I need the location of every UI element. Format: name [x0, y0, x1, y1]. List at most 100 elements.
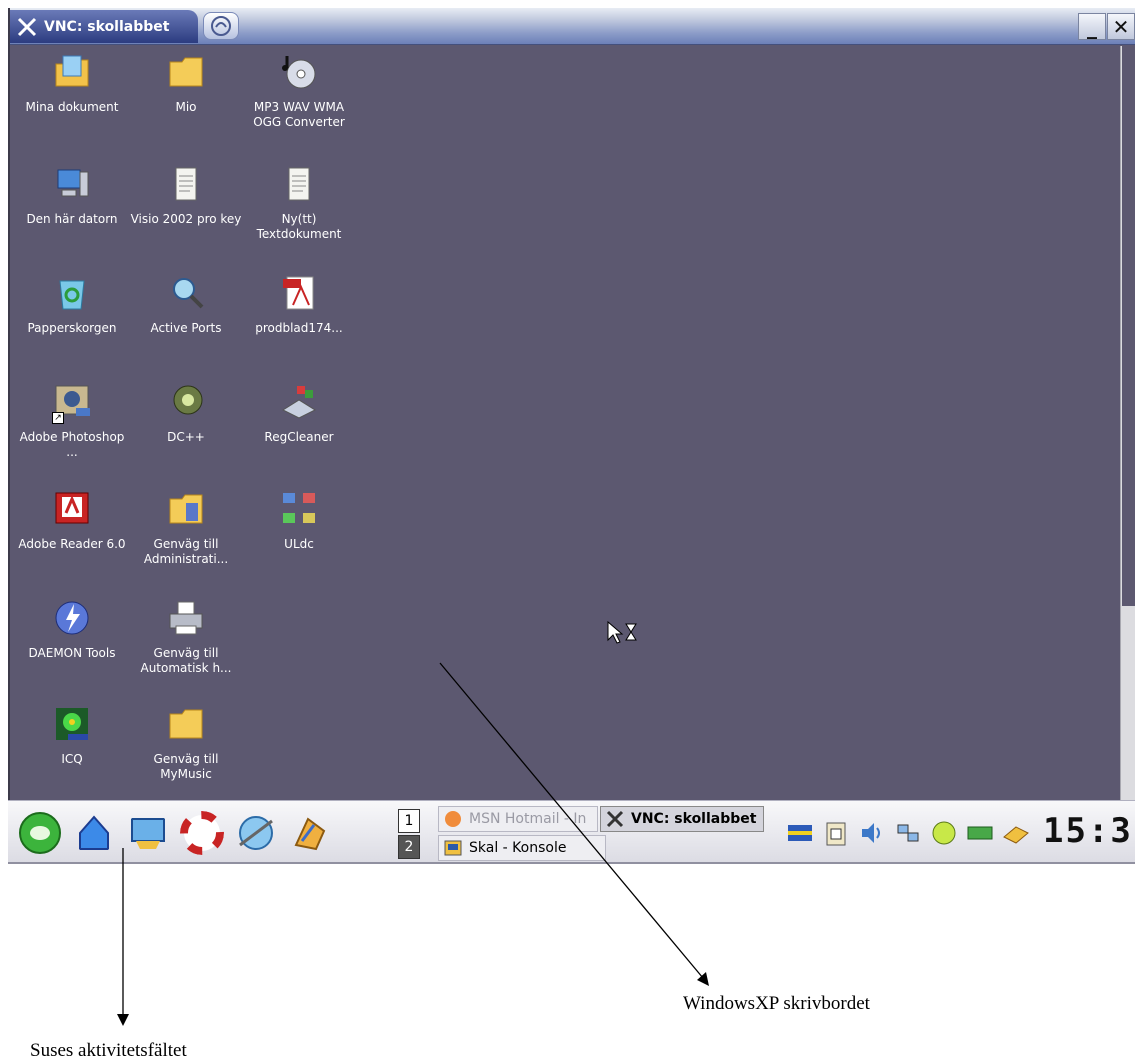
admin-tools-icon	[169, 494, 203, 524]
pager-desktop-1[interactable]: 1	[398, 809, 420, 833]
magnifier-icon	[173, 278, 204, 309]
desktop-icon-printer[interactable]: Genväg till Automatisk h...	[126, 598, 246, 676]
storage-icon[interactable]	[1002, 819, 1030, 847]
icon-label: Adobe Reader 6.0	[18, 537, 126, 551]
vertical-scrollbar[interactable]	[1120, 46, 1135, 800]
x-logo-icon	[17, 17, 37, 36]
icon-label: MP3 WAV WMA OGG Converter	[253, 100, 345, 129]
shortcut-arrow-icon: ↗	[52, 412, 64, 424]
task-label: Skal - Konsole	[469, 840, 567, 856]
desktop-icon-den-har-datorn[interactable]: Den här datorn	[12, 164, 132, 227]
window-title-tab[interactable]: VNC: skollabbet	[10, 10, 198, 43]
my-computer-icon	[57, 169, 89, 197]
desktop-icon-active-ports[interactable]: Active Ports	[126, 273, 246, 336]
icon-label: DAEMON Tools	[28, 646, 116, 660]
network-icon	[283, 493, 315, 523]
task-button-vnc[interactable]: VNC: skollabbet	[600, 806, 764, 832]
desktop-icon-uldc[interactable]: ULdc	[239, 489, 359, 552]
annotation-taskbar-label: Suses aktivitetsfältet	[30, 1040, 187, 1061]
help-lifebuoy-icon[interactable]	[180, 811, 224, 855]
folder-icon	[169, 709, 203, 739]
desktop-icon-mina-dokument[interactable]: Mina dokument	[12, 52, 132, 115]
konqueror-icon[interactable]	[234, 811, 278, 855]
window-titlebar[interactable]: VNC: skollabbet _ ✕	[10, 8, 1135, 45]
icon-label: ULdc	[284, 537, 314, 551]
task-button-hotmail[interactable]: MSN Hotmail - In	[438, 806, 598, 832]
x-logo-icon	[606, 810, 624, 828]
dc-icon	[173, 385, 203, 415]
taskbar-clock[interactable]: 15:31	[1043, 811, 1135, 851]
network-card-icon[interactable]	[966, 819, 994, 847]
suse-menu-icon[interactable]	[18, 811, 62, 855]
kde-taskbar: 1 2 MSN Hotmail - In VNC: skollabbet Ska…	[8, 800, 1135, 864]
icon-label: prodblad174...	[255, 321, 343, 335]
desktop-icon-papperskorgen[interactable]: Papperskorgen	[12, 273, 132, 336]
desktop-icon-icq[interactable]: ICQ	[12, 704, 132, 767]
text-file-icon	[175, 167, 197, 201]
icon-label: Ny(tt) Textdokument	[256, 212, 342, 241]
browser-icon	[445, 811, 461, 827]
terminal-icon	[444, 840, 462, 856]
volume-icon[interactable]	[858, 819, 886, 847]
icon-label: Genväg till MyMusic	[153, 752, 219, 781]
home-icon[interactable]	[72, 811, 116, 855]
annotation-desktop-label: WindowsXP skrivbordet	[683, 993, 870, 1014]
icon-label: Den här datorn	[26, 212, 118, 226]
text-file-icon	[288, 167, 310, 201]
my-documents-icon	[55, 55, 89, 87]
desktop-pager[interactable]: 1 2	[398, 809, 420, 859]
icon-label: Visio 2002 pro key	[130, 212, 242, 226]
desktop-icon-mymusic[interactable]: Genväg till MyMusic	[126, 704, 246, 782]
minimize-button[interactable]: _	[1078, 13, 1106, 40]
window-title: VNC: skollabbet	[44, 18, 170, 35]
icon-label: Genväg till Administrati...	[143, 537, 229, 566]
minimize-label: _	[1087, 14, 1097, 39]
icon-label: Genväg till Automatisk h...	[140, 646, 232, 675]
desktop-show-icon[interactable]	[126, 811, 170, 855]
icon-label: Papperskorgen	[27, 321, 117, 335]
desktop: Mina dokument Den här datorn Papperskorg…	[10, 46, 1120, 800]
window-menu-button[interactable]	[203, 12, 239, 40]
icon-label: RegCleaner	[264, 430, 334, 444]
battery-icon[interactable]	[930, 819, 958, 847]
close-button[interactable]: ✕	[1107, 13, 1135, 40]
regcleaner-icon	[281, 386, 317, 419]
desktop-icon-adobe-reader[interactable]: Adobe Reader 6.0	[12, 489, 132, 552]
icq-icon	[56, 708, 88, 740]
recycle-bin-icon	[59, 280, 85, 310]
icon-label: Mina dokument	[25, 100, 119, 114]
window-menu-icon	[211, 16, 231, 36]
desktop-icon-daemon-tools[interactable]: DAEMON Tools	[12, 598, 132, 661]
busy-cursor-icon	[607, 620, 637, 644]
icon-label: Mio	[175, 100, 197, 114]
office-icon[interactable]	[288, 811, 332, 855]
arrow-to-taskbar	[117, 848, 129, 1026]
icon-label: Active Ports	[150, 321, 222, 335]
pdf-icon	[283, 276, 314, 310]
desktop-icon-mp3-converter[interactable]: MP3 WAV WMA OGG Converter	[239, 52, 359, 130]
desktop-icon-regcleaner[interactable]: RegCleaner	[239, 382, 359, 445]
network-status-icon[interactable]	[894, 819, 922, 847]
adobe-reader-icon	[55, 492, 89, 524]
cd-music-icon	[282, 56, 316, 89]
desktop-icon-dcpp[interactable]: DC++	[126, 382, 246, 445]
vnc-window: VNC: skollabbet _ ✕ Mina dokument Den hä…	[8, 8, 1135, 800]
task-label: MSN Hotmail - In	[469, 811, 587, 827]
pager-desktop-2[interactable]: 2	[398, 835, 420, 859]
scrollbar-thumb[interactable]	[1122, 46, 1135, 606]
task-button-konsole[interactable]: Skal - Konsole	[438, 835, 606, 861]
close-label: ✕	[1112, 14, 1130, 39]
daemon-tools-icon	[55, 601, 89, 635]
desktop-icon-mio[interactable]: Mio	[126, 52, 246, 115]
desktop-icon-textdokument[interactable]: Ny(tt) Textdokument	[239, 164, 359, 242]
desktop-icon-admin-tools[interactable]: Genväg till Administrati...	[126, 489, 246, 567]
klipper-icon[interactable]	[822, 819, 850, 847]
folder-icon	[169, 57, 203, 87]
desktop-icon-adobe-photoshop[interactable]: ↗ Adobe Photoshop ...	[12, 382, 132, 460]
icon-label: Adobe Photoshop ...	[19, 430, 125, 459]
desktop-icon-prodblad[interactable]: prodblad174...	[239, 273, 359, 336]
desktop-icon-visio-key[interactable]: Visio 2002 pro key	[126, 164, 246, 227]
task-label: VNC: skollabbet	[631, 811, 757, 827]
system-tray	[786, 815, 1030, 851]
keyboard-layout-icon[interactable]	[786, 819, 814, 847]
